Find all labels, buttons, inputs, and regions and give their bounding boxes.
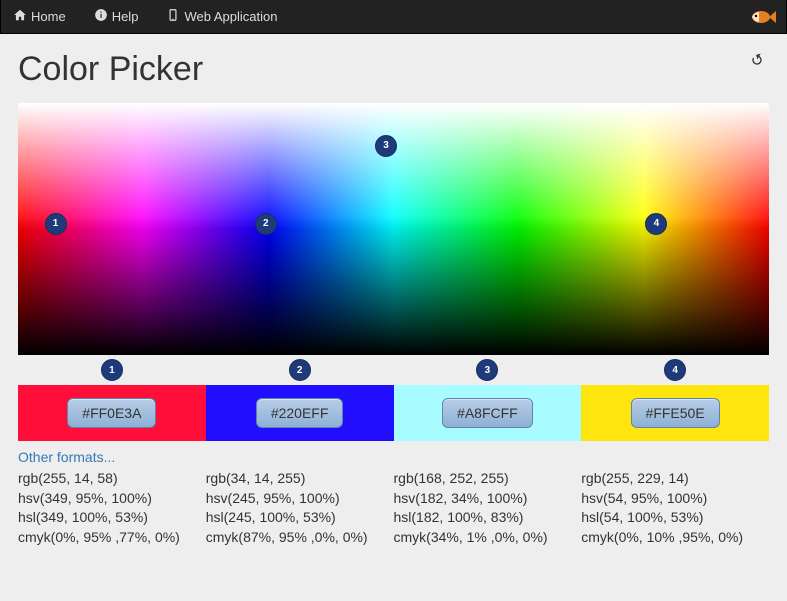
nav-help[interactable]: Help (94, 0, 139, 33)
formats-col-4: rgb(255, 229, 14) hsv(54, 95%, 100%) hsl… (581, 469, 769, 547)
color-spectrum[interactable]: 1 2 3 4 (18, 103, 769, 355)
hex-button-4[interactable]: #FFE50E (631, 398, 720, 428)
formats-row: rgb(255, 14, 58) hsv(349, 95%, 100%) hsl… (18, 469, 769, 547)
rgb-1: rgb(255, 14, 58) (18, 469, 198, 489)
cmyk-1: cmyk(0%, 95% ,77%, 0%) (18, 528, 198, 548)
refresh-button[interactable] (749, 52, 765, 73)
nav-webapp[interactable]: Web Application (166, 0, 277, 33)
nav-home-label: Home (31, 9, 66, 24)
swatch-col-1: 1 #FF0E3A (18, 385, 206, 441)
cmyk-3: cmyk(34%, 1% ,0%, 0%) (394, 528, 574, 548)
page-title: Color Picker (18, 50, 769, 89)
rgb-3: rgb(168, 252, 255) (394, 469, 574, 489)
swatch-col-3: 3 #A8FCFF (394, 385, 582, 441)
mascot-icon (750, 8, 776, 31)
hsv-3: hsv(182, 34%, 100%) (394, 489, 574, 509)
swatch-badge-2: 2 (289, 359, 311, 381)
topbar: Home Help Web Application (0, 0, 787, 34)
rgb-2: rgb(34, 14, 255) (206, 469, 386, 489)
cmyk-4: cmyk(0%, 10% ,95%, 0%) (581, 528, 761, 548)
swatch-3: #A8FCFF (394, 385, 582, 441)
swatch-badge-1: 1 (101, 359, 123, 381)
marker-3[interactable]: 3 (375, 135, 397, 157)
hsv-2: hsv(245, 95%, 100%) (206, 489, 386, 509)
marker-4[interactable]: 4 (645, 213, 667, 235)
marker-2[interactable]: 2 (255, 213, 277, 235)
hsl-2: hsl(245, 100%, 53%) (206, 508, 386, 528)
nav-webapp-label: Web Application (184, 9, 277, 24)
hsv-1: hsv(349, 95%, 100%) (18, 489, 198, 509)
hex-button-2[interactable]: #220EFF (256, 398, 344, 428)
hex-button-1[interactable]: #FF0E3A (67, 398, 156, 428)
formats-col-1: rgb(255, 14, 58) hsv(349, 95%, 100%) hsl… (18, 469, 206, 547)
hex-button-3[interactable]: #A8FCFF (442, 398, 533, 428)
hsl-1: hsl(349, 100%, 53%) (18, 508, 198, 528)
rgb-4: rgb(255, 229, 14) (581, 469, 761, 489)
other-formats-link[interactable]: Other formats... (18, 449, 115, 465)
cmyk-2: cmyk(87%, 95% ,0%, 0%) (206, 528, 386, 548)
marker-1[interactable]: 1 (45, 213, 67, 235)
swatch-row: 1 #FF0E3A 2 #220EFF 3 #A8FCFF 4 #FFE50E (18, 385, 769, 441)
swatch-col-4: 4 #FFE50E (581, 385, 769, 441)
nav-home[interactable]: Home (13, 0, 66, 33)
nav-help-label: Help (112, 9, 139, 24)
formats-col-2: rgb(34, 14, 255) hsv(245, 95%, 100%) hsl… (206, 469, 394, 547)
page: Color Picker 1 2 3 4 1 #FF0E3A 2 #220EFF… (0, 34, 787, 565)
hsl-3: hsl(182, 100%, 83%) (394, 508, 574, 528)
swatch-4: #FFE50E (581, 385, 769, 441)
home-icon (13, 8, 27, 25)
swatch-2: #220EFF (206, 385, 394, 441)
swatch-col-2: 2 #220EFF (206, 385, 394, 441)
info-icon (94, 8, 108, 25)
swatch-badge-3: 3 (476, 359, 498, 381)
hsl-4: hsl(54, 100%, 53%) (581, 508, 761, 528)
swatch-badge-4: 4 (664, 359, 686, 381)
swatch-1: #FF0E3A (18, 385, 206, 441)
tablet-icon (166, 8, 180, 25)
hsv-4: hsv(54, 95%, 100%) (581, 489, 761, 509)
formats-col-3: rgb(168, 252, 255) hsv(182, 34%, 100%) h… (394, 469, 582, 547)
